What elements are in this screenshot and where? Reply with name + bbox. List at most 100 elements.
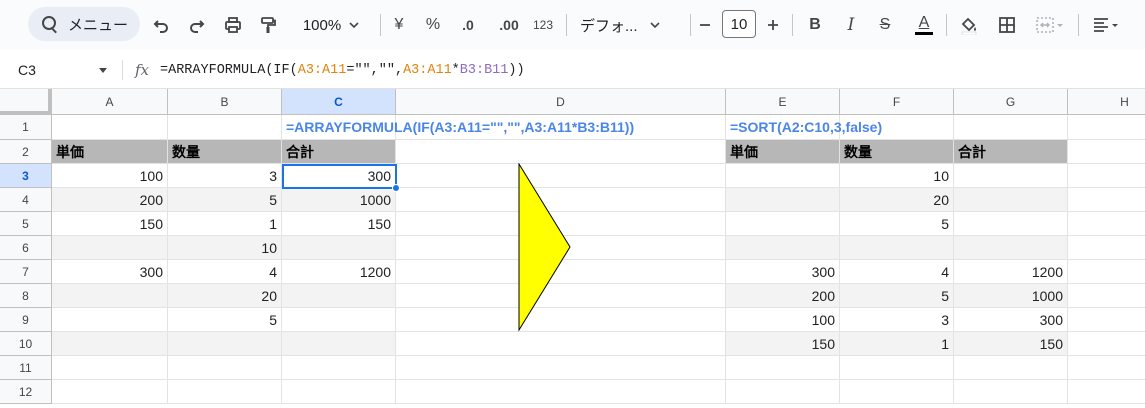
cell-B10[interactable] (168, 332, 282, 356)
cell-A11[interactable] (52, 356, 168, 380)
cell-E10[interactable]: 150 (726, 332, 840, 356)
text-color-button[interactable]: A (912, 0, 936, 50)
cell-G1[interactable] (954, 115, 1068, 140)
cell-C12[interactable] (282, 380, 396, 404)
select-all-corner[interactable] (0, 89, 52, 115)
cell-B11[interactable] (168, 356, 282, 380)
cell-E12[interactable] (726, 380, 840, 404)
cell-G11[interactable] (954, 356, 1068, 380)
decrease-decimal-button[interactable]: .0 (454, 0, 482, 50)
decrease-font-size-button[interactable] (694, 0, 716, 50)
cell-C3[interactable]: 300 (282, 164, 396, 188)
column-header-F[interactable]: F (840, 89, 954, 115)
cell-F9[interactable]: 3 (840, 308, 954, 332)
cell-A8[interactable] (52, 284, 168, 308)
cell-G4[interactable] (954, 188, 1068, 212)
cell-C5[interactable]: 150 (282, 212, 396, 236)
cell-B2[interactable]: 数量 (168, 140, 282, 164)
horizontal-align-button[interactable] (1086, 0, 1126, 50)
cell-C8[interactable] (282, 284, 396, 308)
row-header-12[interactable]: 12 (0, 380, 52, 404)
cell-F2[interactable]: 数量 (840, 140, 954, 164)
cell-H11[interactable] (1068, 356, 1145, 380)
name-box-dropdown-icon[interactable] (99, 68, 107, 73)
cell-B1[interactable] (168, 115, 282, 140)
cell-G9[interactable]: 300 (954, 308, 1068, 332)
cell-G3[interactable] (954, 164, 1068, 188)
cell-E5[interactable] (726, 212, 840, 236)
percent-button[interactable]: % (422, 0, 444, 50)
cell-H6[interactable] (1068, 236, 1145, 260)
undo-button[interactable] (148, 0, 174, 50)
cell-A9[interactable] (52, 308, 168, 332)
cell-C2[interactable]: 合計 (282, 140, 396, 164)
cell-H10[interactable] (1068, 332, 1145, 356)
cell-E3[interactable] (726, 164, 840, 188)
cell-G10[interactable]: 150 (954, 332, 1068, 356)
cell-D11[interactable] (396, 356, 726, 380)
cell-G2[interactable]: 合計 (954, 140, 1068, 164)
fill-handle[interactable] (392, 184, 400, 192)
arrow-shape[interactable] (518, 163, 572, 332)
cell-E9[interactable]: 100 (726, 308, 840, 332)
cell-C11[interactable] (282, 356, 396, 380)
cell-C10[interactable] (282, 332, 396, 356)
fill-color-button[interactable] (956, 0, 982, 50)
cell-E11[interactable] (726, 356, 840, 380)
cell-F4[interactable]: 20 (840, 188, 954, 212)
cell-F11[interactable] (840, 356, 954, 380)
cell-F12[interactable] (840, 380, 954, 404)
column-header-E[interactable]: E (726, 89, 840, 115)
row-header-9[interactable]: 9 (0, 308, 52, 332)
cell-A4[interactable]: 200 (52, 188, 168, 212)
increase-font-size-button[interactable] (762, 0, 784, 50)
cell-D2[interactable] (396, 140, 726, 164)
row-header-1[interactable]: 1 (0, 115, 52, 140)
row-header-2[interactable]: 2 (0, 140, 52, 164)
cell-B7[interactable]: 4 (168, 260, 282, 284)
cell-F5[interactable]: 5 (840, 212, 954, 236)
cell-A5[interactable]: 150 (52, 212, 168, 236)
row-header-8[interactable]: 8 (0, 284, 52, 308)
row-header-10[interactable]: 10 (0, 332, 52, 356)
cell-G5[interactable] (954, 212, 1068, 236)
cell-C6[interactable] (282, 236, 396, 260)
cell-C1[interactable]: =ARRAYFORMULA(IF(A3:A11="","",A3:A11*B3:… (282, 115, 634, 140)
cell-G12[interactable] (954, 380, 1068, 404)
number-format-button[interactable]: 123 (530, 0, 556, 50)
cell-H3[interactable] (1068, 164, 1145, 188)
column-header-H[interactable]: H (1068, 89, 1145, 115)
cell-E1[interactable]: =SORT(A2:C10,3,false) (726, 115, 882, 140)
cell-C9[interactable] (282, 308, 396, 332)
cell-A3[interactable]: 100 (52, 164, 168, 188)
zoom-select[interactable]: 100% (292, 0, 372, 50)
increase-decimal-button[interactable]: .00 (494, 0, 524, 50)
merge-cells-button[interactable] (1030, 0, 1070, 50)
cell-B6[interactable]: 10 (168, 236, 282, 260)
row-header-6[interactable]: 6 (0, 236, 52, 260)
cell-F3[interactable]: 10 (840, 164, 954, 188)
strikethrough-button[interactable]: S (874, 0, 896, 50)
formula-input[interactable]: =ARRAYFORMULA(IF(A3:A11 ="","", A3:A11 * B3:… (160, 51, 525, 89)
cell-A2[interactable]: 単価 (52, 140, 168, 164)
cell-H4[interactable] (1068, 188, 1145, 212)
cell-A1[interactable] (52, 115, 168, 140)
cell-A12[interactable] (52, 380, 168, 404)
cell-H9[interactable] (1068, 308, 1145, 332)
cell-H12[interactable] (1068, 380, 1145, 404)
cell-F7[interactable]: 4 (840, 260, 954, 284)
cell-E6[interactable] (726, 236, 840, 260)
cell-E7[interactable]: 300 (726, 260, 840, 284)
cell-F8[interactable]: 5 (840, 284, 954, 308)
cell-H2[interactable] (1068, 140, 1145, 164)
name-box[interactable]: C3 (18, 51, 36, 89)
cell-F6[interactable] (840, 236, 954, 260)
row-header-7[interactable]: 7 (0, 260, 52, 284)
italic-button[interactable]: I (840, 0, 862, 50)
menu-search-button[interactable]: メニュー (28, 7, 140, 41)
cell-H8[interactable] (1068, 284, 1145, 308)
cell-B12[interactable] (168, 380, 282, 404)
cell-E4[interactable] (726, 188, 840, 212)
redo-button[interactable] (184, 0, 210, 50)
cell-A6[interactable] (52, 236, 168, 260)
